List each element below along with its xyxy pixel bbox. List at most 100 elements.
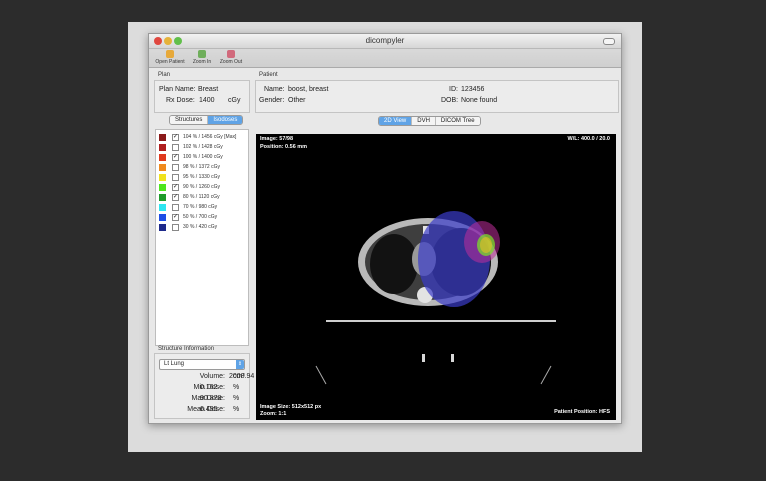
right-lung xyxy=(370,234,418,294)
isodose-row[interactable]: ✓ 100 % / 1400 cGy xyxy=(159,153,249,162)
isodose-label: 102 % / 1428 cGy xyxy=(183,144,223,150)
structure-info-label: Structure Information xyxy=(158,346,215,352)
dose-100-percent-region xyxy=(480,237,492,253)
max-dose-value: 90.878 xyxy=(200,395,222,402)
left-panel-tabs: Structures Isodoses xyxy=(169,115,244,125)
plan-group-label: Plan xyxy=(158,72,171,78)
isodose-color-swatch xyxy=(159,174,166,181)
structure-select[interactable]: Lt Lung ⇕ xyxy=(159,359,245,370)
rx-dose-unit: cGy xyxy=(228,97,241,104)
zoom-out-button[interactable]: Zoom Out xyxy=(216,49,246,65)
patient-id-label: ID: xyxy=(449,86,458,93)
zoom-in-label: Zoom In xyxy=(192,59,212,65)
isodose-checkbox[interactable]: ✓ xyxy=(172,154,179,161)
isodose-color-swatch xyxy=(159,134,166,141)
patient-group-label: Patient xyxy=(259,72,278,78)
image-size: Image Size: 512x512 px xyxy=(260,404,322,410)
isodose-label: 95 % / 1330 cGy xyxy=(183,174,220,180)
rx-dose-label: Rx Dose: xyxy=(166,97,195,104)
zoom-in-icon xyxy=(198,50,206,58)
couch-marker-right xyxy=(451,354,454,362)
patient-dob-label: DOB: xyxy=(441,97,459,104)
isodose-checkbox[interactable] xyxy=(172,144,179,151)
volume-unit: cm³ xyxy=(233,373,245,380)
zoom-in-button[interactable]: Zoom In xyxy=(189,49,215,65)
max-dose-unit: % xyxy=(233,395,240,402)
tab-isodoses[interactable]: Isodoses xyxy=(208,116,243,124)
patient-name-label: Name: xyxy=(264,86,285,93)
image-viewer[interactable]: Image: 57/98 Position: 0.56 mm W/L: 400.… xyxy=(256,134,616,420)
toolbar-toggle-button[interactable] xyxy=(603,38,615,45)
isodose-color-swatch xyxy=(159,164,166,171)
patient-gender-value: Other xyxy=(288,97,306,104)
mean-dose-unit: % xyxy=(233,406,240,413)
isodose-row[interactable]: 102 % / 1428 cGy xyxy=(159,143,249,152)
isodose-label: 80 % / 1120 cGy xyxy=(183,194,220,200)
isodose-color-swatch xyxy=(159,154,166,161)
isodose-color-swatch xyxy=(159,204,166,211)
couch-edge-left xyxy=(315,365,327,385)
zoom-out-label: Zoom Out xyxy=(219,59,243,65)
isodose-row[interactable]: ✓ 90 % / 1260 cGy xyxy=(159,183,249,192)
isodose-list: ✓ 104 % / 1456 cGy [Max] 102 % / 1428 cGy ✓… xyxy=(155,129,249,346)
isodose-label: 90 % / 1260 cGy xyxy=(183,184,220,190)
volume-label: Volume: xyxy=(199,373,225,380)
isodose-label: 70 % / 980 cGy xyxy=(183,204,218,210)
title-bar: dicompyler xyxy=(149,34,621,49)
open-patient-button[interactable]: Open Patient xyxy=(152,49,188,65)
isodose-color-swatch xyxy=(159,184,166,191)
isodose-label: 104 % / 1456 cGy [Max] xyxy=(183,134,237,140)
isodose-row[interactable]: 98 % / 1372 cGy xyxy=(159,163,249,172)
window-level: W/L: 400.0 / 20.0 xyxy=(567,136,611,142)
view-tabs: 2D View DVH DICOM Tree xyxy=(378,116,481,126)
ct-slice-image xyxy=(315,211,556,385)
isodose-color-swatch xyxy=(159,144,166,151)
isodose-checkbox[interactable]: ✓ xyxy=(172,194,179,201)
tab-2d-view[interactable]: 2D View xyxy=(379,117,413,125)
tab-dvh[interactable]: DVH xyxy=(412,117,436,125)
patient-dob-value: None found xyxy=(461,97,498,104)
patient-id-value: 123456 xyxy=(461,86,485,93)
isodose-checkbox[interactable] xyxy=(172,204,179,211)
isodose-checkbox[interactable] xyxy=(172,164,179,171)
couch-marker-left xyxy=(422,354,425,362)
select-arrow-icon: ⇕ xyxy=(236,360,244,369)
rx-dose-value: 1400 xyxy=(199,97,215,104)
isodose-row[interactable]: 70 % / 980 cGy xyxy=(159,203,249,212)
window-title: dicompyler xyxy=(365,36,405,45)
isodose-label: 30 % / 420 cGy xyxy=(183,224,218,230)
isodose-checkbox[interactable]: ✓ xyxy=(172,134,179,141)
zoom-out-icon xyxy=(227,50,235,58)
isodose-checkbox[interactable] xyxy=(172,224,179,231)
app-window: dicompyler Open Patient Zoom In Zoom Out… xyxy=(148,33,622,424)
slice-position: Position: 0.56 mm xyxy=(260,144,308,150)
plan-name-label: Plan Name: xyxy=(159,86,196,93)
patient-gender-label: Gender: xyxy=(259,97,285,104)
patient-name-value: boost, breast xyxy=(288,86,329,93)
isodose-row[interactable]: 30 % / 420 cGy xyxy=(159,223,249,232)
plan-name-value: Breast xyxy=(198,86,219,93)
tab-structures[interactable]: Structures xyxy=(170,116,209,124)
isodose-label: 98 % / 1372 cGy xyxy=(183,164,220,170)
open-patient-label: Open Patient xyxy=(155,59,185,65)
min-dose-value: 0.162 xyxy=(200,384,218,391)
image-index: Image: 57/98 xyxy=(260,136,294,142)
tab-dicom-tree[interactable]: DICOM Tree xyxy=(435,117,480,125)
mean-dose-value: 6.495 xyxy=(200,406,218,413)
isodose-row[interactable]: ✓ 50 % / 700 cGy xyxy=(159,213,249,222)
toolbar: Open Patient Zoom In Zoom Out xyxy=(149,49,621,68)
isodose-row[interactable]: 95 % / 1330 cGy xyxy=(159,173,249,182)
isodose-checkbox[interactable] xyxy=(172,174,179,181)
patient-group xyxy=(255,80,619,113)
structure-select-value: Lt Lung xyxy=(164,361,185,367)
isodose-row[interactable]: ✓ 80 % / 1120 cGy xyxy=(159,193,249,202)
couch-line xyxy=(326,320,556,322)
patient-position: Patient Position: HFS xyxy=(554,409,610,415)
isodose-label: 50 % / 700 cGy xyxy=(183,214,218,220)
isodose-row[interactable]: ✓ 104 % / 1456 cGy [Max] xyxy=(159,133,249,142)
couch-edge-right xyxy=(540,365,552,385)
isodose-color-swatch xyxy=(159,214,166,221)
isodose-checkbox[interactable]: ✓ xyxy=(172,214,179,221)
isodose-checkbox[interactable]: ✓ xyxy=(172,184,179,191)
isodose-color-swatch xyxy=(159,194,166,201)
